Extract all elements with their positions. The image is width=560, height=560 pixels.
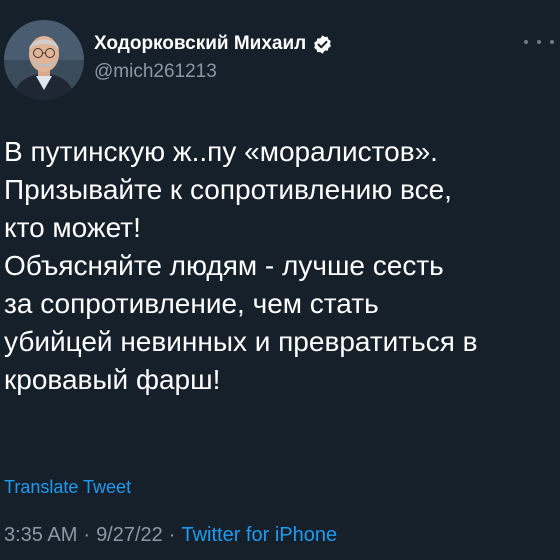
tweet-date[interactable]: 9/27/22: [96, 524, 163, 546]
avatar[interactable]: [4, 20, 84, 100]
tweet-text-line: кто может!: [4, 212, 141, 243]
name-row: Ходорковский Михаил: [94, 30, 333, 58]
tweet-time[interactable]: 3:35 AM: [4, 524, 77, 546]
tweet-text-line: убийцей невинных и превратиться в: [4, 326, 478, 357]
author-display-name[interactable]: Ходорковский Михаил: [94, 33, 306, 55]
meta-separator: ·: [83, 524, 91, 546]
verified-badge-icon: [312, 34, 333, 55]
tweet-text-line: Объясняйте людям - лучше сесть: [4, 250, 444, 281]
more-dot: [537, 40, 541, 44]
tweet-text-line: Призывайте к сопротивлению все,: [4, 174, 452, 205]
tweet-text: В путинскую ж..пу «моралистов». Призывай…: [4, 133, 560, 399]
avatar-photo: [4, 20, 84, 100]
more-dot: [524, 40, 528, 44]
tweet-text-line: кровавый фарш!: [4, 364, 221, 395]
tweet-header: Ходорковский Михаил @mich261213: [2, 18, 560, 100]
meta-separator: ·: [168, 524, 176, 546]
tweet-text-line: В путинскую ж..пу «моралистов».: [4, 136, 438, 167]
tweet-card: Ходорковский Михаил @mich261213 В путинс…: [0, 0, 560, 560]
tweet-source-link[interactable]: Twitter for iPhone: [181, 524, 337, 546]
more-options-icon[interactable]: [524, 36, 554, 48]
tweet-metadata: 3:35 AM · 9/27/22 · Twitter for iPhone: [4, 524, 337, 547]
tweet-text-line: за сопротивление, чем стать: [4, 288, 379, 319]
translate-tweet-link[interactable]: Translate Tweet: [4, 477, 131, 498]
author-handle[interactable]: @mich261213: [94, 61, 333, 83]
more-dot: [550, 40, 554, 44]
author-info: Ходорковский Михаил @mich261213: [94, 30, 333, 83]
